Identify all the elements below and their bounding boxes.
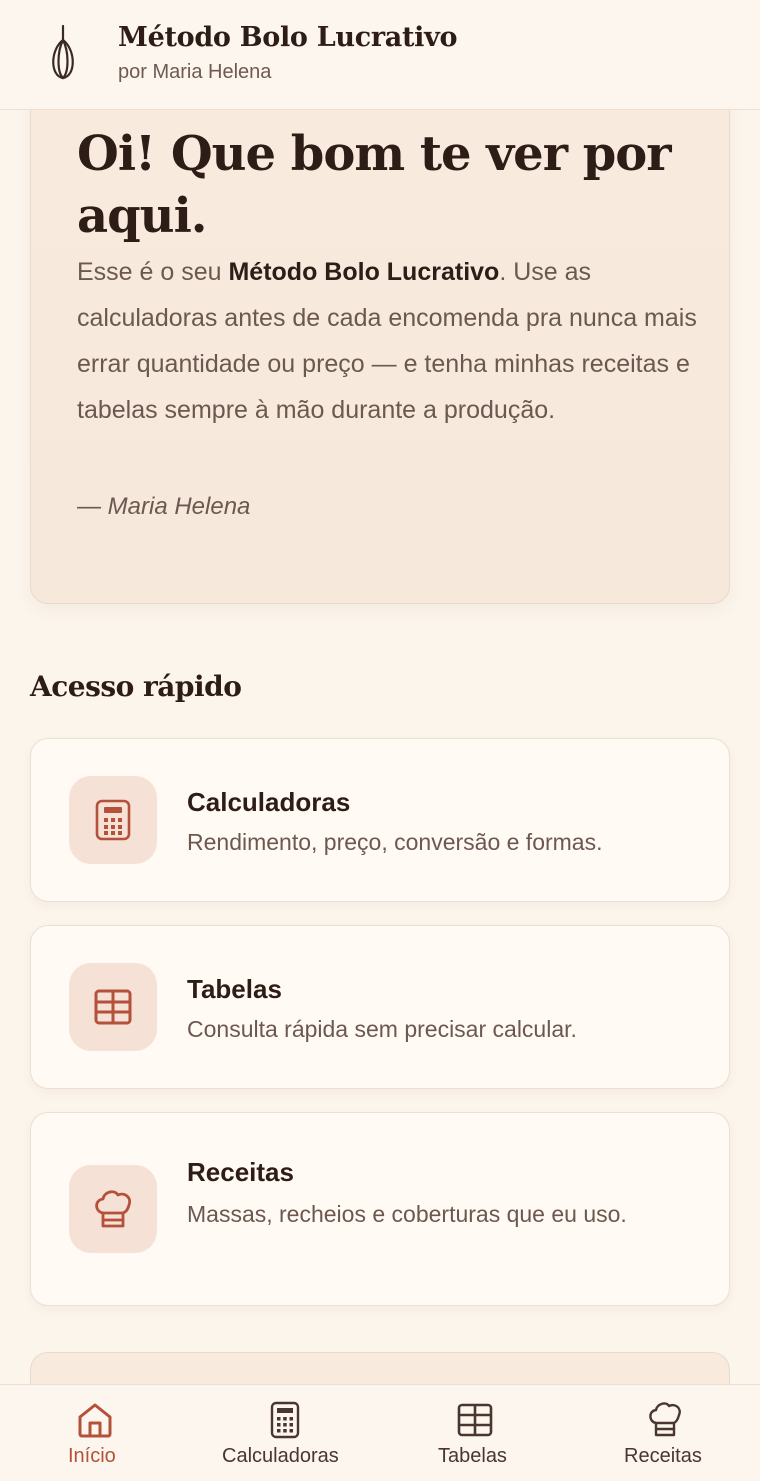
- nav-label: Calculadoras: [222, 1445, 339, 1467]
- nav-label: Tabelas: [438, 1445, 507, 1467]
- nav-item-calculadoras[interactable]: Calculadoras: [190, 1385, 380, 1481]
- quick-card-icon-box: [69, 1165, 157, 1253]
- nav-item-tabelas[interactable]: Tabelas: [380, 1385, 570, 1481]
- next-card-partial: [30, 1352, 730, 1384]
- bottom-navigation: Início Calculadoras Tabelas Receitas: [0, 1384, 760, 1481]
- whisk-icon: [52, 24, 74, 80]
- brand-name: Método Bolo Lucrativo: [228, 258, 500, 286]
- quick-card-tabelas[interactable]: Tabelas Consulta rápida sem precisar cal…: [30, 925, 730, 1089]
- table-icon: [457, 1403, 493, 1437]
- welcome-heading: Oi! Que bom te ver por aqui.: [77, 126, 672, 244]
- home-icon: [78, 1403, 112, 1438]
- calculator-icon: [95, 799, 131, 841]
- welcome-text: Esse é o seu Método Bolo Lucrativo. Use …: [77, 258, 697, 424]
- table-icon: [94, 989, 132, 1025]
- nav-item-inicio[interactable]: Início: [0, 1385, 190, 1481]
- app-subtitle: por Maria Helena: [118, 61, 272, 83]
- nav-item-receitas[interactable]: Receitas: [570, 1385, 760, 1481]
- header-titles: Método Bolo Lucrativo por Maria Helena: [118, 22, 458, 84]
- signature: — Maria Helena: [77, 493, 251, 520]
- quick-card-description: Rendimento, preço, conversão e formas.: [187, 829, 603, 855]
- quick-card-title: Calculadoras: [187, 787, 351, 817]
- quick-card-icon-box: [69, 963, 157, 1051]
- quick-card-icon-box: [69, 776, 157, 864]
- app-header: Método Bolo Lucrativo por Maria Helena: [0, 0, 760, 110]
- chef-hat-icon: [95, 1190, 132, 1228]
- welcome-card: Oi! Que bom te ver por aqui. Esse é o se…: [30, 110, 730, 604]
- quick-card-receitas[interactable]: Receitas Massas, recheios e coberturas q…: [30, 1112, 730, 1306]
- calculator-icon: [270, 1401, 300, 1439]
- quick-card-calculadoras[interactable]: Calculadoras Rendimento, preço, conversã…: [30, 738, 730, 902]
- quick-card-title: Receitas: [187, 1157, 294, 1187]
- main-content[interactable]: Oi! Que bom te ver por aqui. Esse é o se…: [0, 110, 760, 1384]
- quick-card-title: Tabelas: [187, 974, 282, 1004]
- quick-access-title: Acesso rápido: [30, 670, 242, 703]
- quick-card-description: Massas, recheios e coberturas que eu uso…: [187, 1201, 627, 1227]
- app-title: Método Bolo Lucrativo: [118, 22, 458, 53]
- nav-label: Início: [68, 1445, 116, 1467]
- quick-card-description: Consulta rápida sem precisar calcular.: [187, 1016, 577, 1042]
- nav-label: Receitas: [624, 1445, 702, 1467]
- chef-hat-icon: [649, 1402, 681, 1437]
